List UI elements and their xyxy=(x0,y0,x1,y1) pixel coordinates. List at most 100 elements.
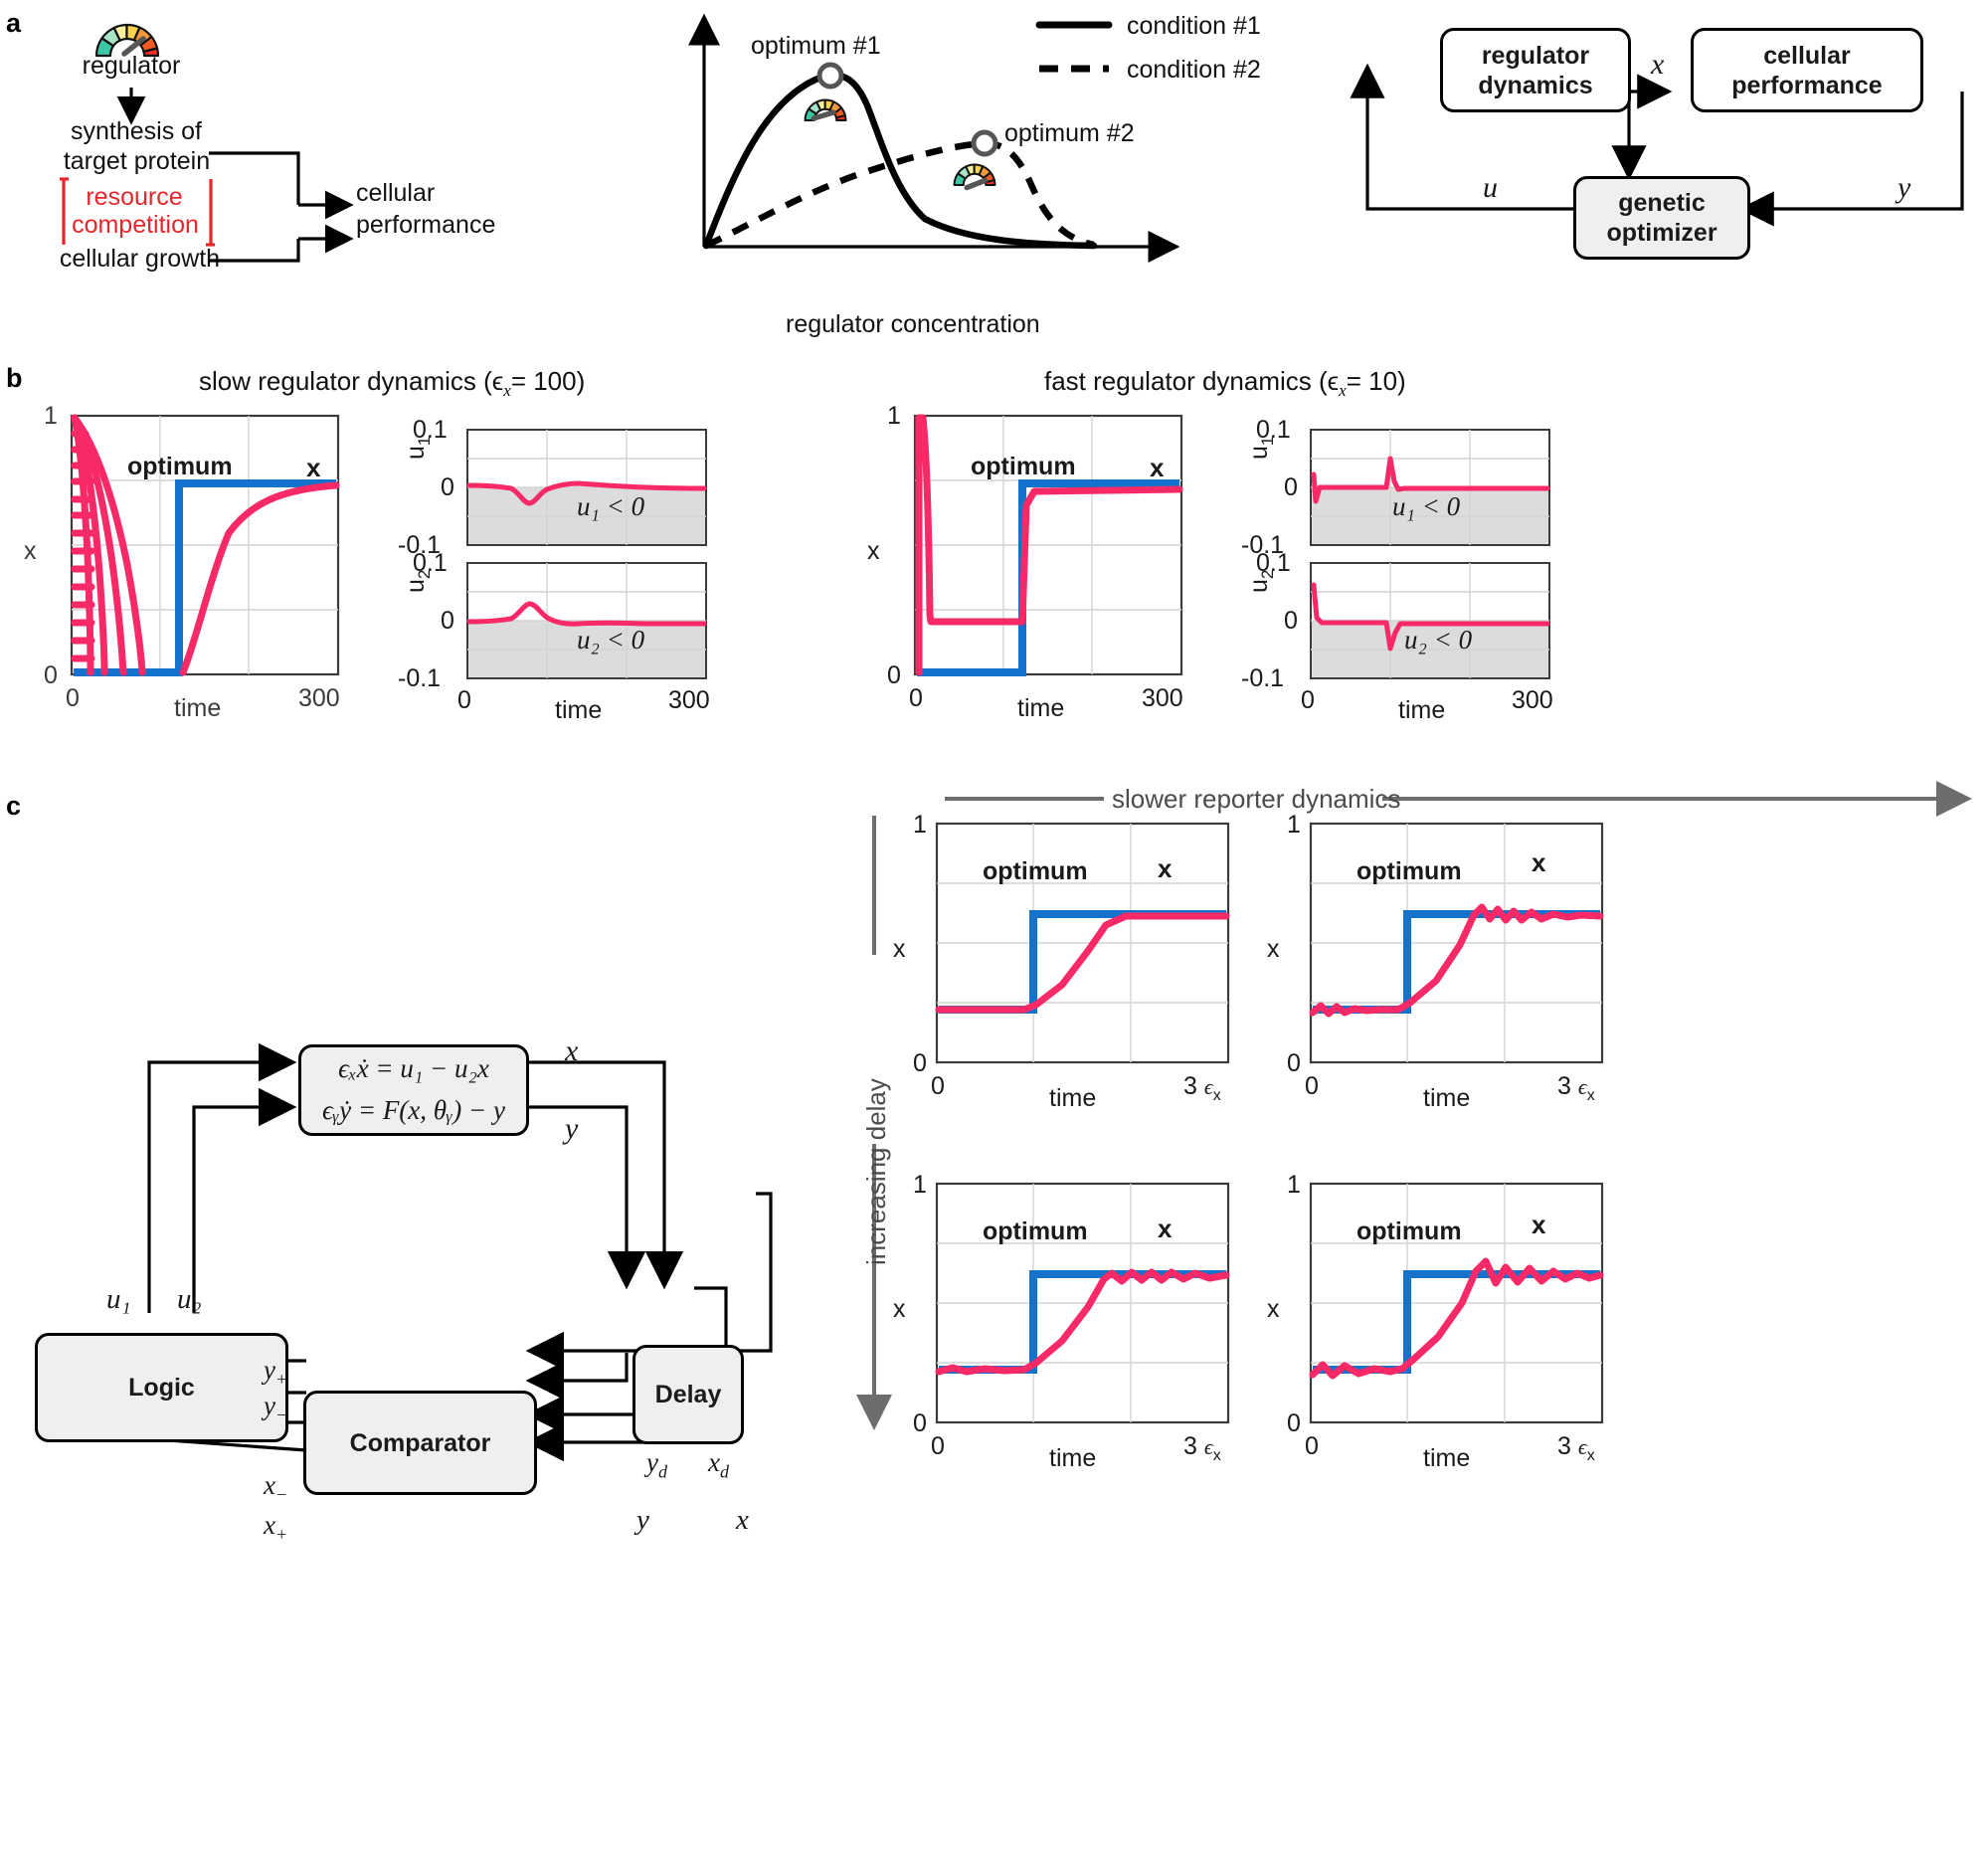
panel-c-signal-y-mid: y xyxy=(636,1504,649,1536)
panel-c-plot-2-1-xtick-min: 0 xyxy=(931,1432,945,1460)
panel-b-fast-u1-ylabel: u1 xyxy=(1245,437,1278,460)
panel-b-fast-x-ytick-bottom: 0 xyxy=(887,661,901,689)
chart-label-optimum1: optimum #1 xyxy=(751,32,881,60)
panel-b-fast-u2-ytick-bottom: -0.1 xyxy=(1241,664,1285,692)
panel-b-fast-x-xtick-min: 0 xyxy=(909,684,923,712)
panel-c-plot-1-2-xtick-max-sub: x xyxy=(1586,1087,1595,1104)
panel-b-fast-u-xtick-max: 300 xyxy=(1512,686,1553,714)
panel-c-plot-2-2-xtick-max-sub: x xyxy=(1586,1447,1595,1464)
panel-b-slow-u1-ylabel-sub: 1 xyxy=(415,436,434,447)
panel-c-plot-1-1-xtick-min: 0 xyxy=(931,1072,945,1100)
block-logic[interactable]: Logic xyxy=(35,1333,288,1442)
panel-c-signal-x-minus: x− xyxy=(264,1470,288,1505)
panel-b-fast-x-xtick-max: 300 xyxy=(1142,684,1183,712)
panel-b-slow-u1-ylabel-u: u xyxy=(402,446,430,460)
panel-c-plot-2-1-ylabel: x xyxy=(893,1295,906,1323)
panel-b-title-fast-text: fast regulator dynamics (ϵ xyxy=(1044,366,1340,396)
panel-b-slow-u2-ytick-bottom: -0.1 xyxy=(398,664,442,692)
panel-c-plot-1-2-xtick-max-num: 3 xyxy=(1557,1072,1571,1100)
panel-c-plot-1-2-ylabel: x xyxy=(1267,935,1280,963)
panel-b-fast-u2-ytick-mid: 0 xyxy=(1284,607,1298,635)
block-comparator[interactable]: Comparator xyxy=(303,1391,537,1495)
panel-b-fast-u-xlabel: time xyxy=(1398,696,1446,724)
panel-letter-c: c xyxy=(6,791,22,821)
panel-b-title-slow: slow regulator dynamics (ϵx= 100) xyxy=(199,366,585,401)
panel-b-fast-optimum-label: optimum xyxy=(971,453,1076,480)
panel-b-title-fast-end: = 10) xyxy=(1346,366,1406,396)
panel-b-slow-x-xtick-min: 0 xyxy=(66,684,80,712)
panel-b-slow-x-trace-label: x xyxy=(306,453,321,482)
equation-x-dot: ϵₓẋ = u₁ − u₂x xyxy=(338,1053,489,1084)
label-cellular-performance-line2: performance xyxy=(356,211,496,239)
panel-c-signal-y-top: y xyxy=(565,1112,579,1145)
panel-b-slow-u1-plot xyxy=(466,429,707,546)
panel-c-left-arrow-label: increasing delay xyxy=(861,1078,891,1265)
panel-c-plot-2-1-xtick-max-sub: x xyxy=(1212,1447,1221,1464)
panel-b-fast-u1-region-label: u₁ < 0 xyxy=(1392,491,1461,521)
panel-c-plot-2-1-xtick-max-num: 3 xyxy=(1183,1432,1197,1460)
arrows-to-cellular-performance xyxy=(209,151,354,263)
label-synthesis-line2: target protein xyxy=(63,147,211,175)
block-regulator-dynamics-line2: dynamics xyxy=(1478,71,1593,99)
label-cellular-growth: cellular growth xyxy=(59,245,221,273)
block-regulator-dynamics-line1: regulator xyxy=(1481,41,1590,70)
signal-label-x: x xyxy=(1651,48,1665,81)
block-comparator-label: Comparator xyxy=(349,1428,491,1457)
panel-b-slow-x-ylabel: x xyxy=(24,537,37,565)
panel-c-plot-2-1-xtick-max-unit: ϵ xyxy=(1203,1434,1213,1459)
panel-b-slow-x-ytick-bottom: 0 xyxy=(44,661,58,689)
panel-c-signal-xd: xd xyxy=(708,1447,729,1482)
block-delay[interactable]: Delay xyxy=(633,1345,744,1444)
panel-b-fast-x-xlabel: time xyxy=(1017,694,1065,722)
block-genetic-optimizer-line1: genetic xyxy=(1618,189,1706,217)
panel-b-slow-x-xlabel: time xyxy=(174,694,222,722)
panel-c-signal-x-top: x xyxy=(565,1034,579,1067)
panel-b-fast-u1-plot xyxy=(1310,429,1550,546)
block-equations[interactable]: ϵₓẋ = u₁ − u₂x ϵᵧẏ = F(x, θᵧ) − y xyxy=(298,1044,529,1136)
panel-c-plot-2-2-xlabel: time xyxy=(1423,1444,1471,1472)
panel-c-plot-2-2-xtick-min: 0 xyxy=(1305,1432,1319,1460)
panel-c-plot-2-2-ylabel: x xyxy=(1267,1295,1280,1323)
panel-c-signal-y-plus: y+ xyxy=(264,1355,288,1390)
panel-c-plot-1-1-optimum: optimum xyxy=(983,857,1088,885)
legend-label-condition2: condition #2 xyxy=(1127,56,1261,84)
panel-b-slow-optimum-label: optimum xyxy=(127,453,233,480)
panel-c-plot-1-2-xtick-min: 0 xyxy=(1305,1072,1319,1100)
panel-b-slow-u2-ylabel: u2 xyxy=(402,570,435,593)
panel-b-fast-u2-ylabel-u: u xyxy=(1245,579,1273,593)
panel-b-title-slow-end: = 100) xyxy=(510,366,586,396)
panel-b-slow-u1-region-label: u₁ < 0 xyxy=(577,491,645,521)
panel-c-plot-2-1-optimum: optimum xyxy=(983,1217,1088,1245)
panel-b-fast-u2-ylabel-sub: 2 xyxy=(1258,569,1277,580)
panel-c-top-arrow-label: slower reporter dynamics xyxy=(1112,784,1401,814)
legend-line-condition1 xyxy=(1035,21,1113,29)
panel-c-plot-1-1-xtick-max-num: 3 xyxy=(1183,1072,1197,1100)
panel-letter-a: a xyxy=(6,8,22,38)
panel-c-plot-1-2-x-trace: x xyxy=(1532,847,1546,877)
panel-c-plot-2-1-ytick-top: 1 xyxy=(913,1171,927,1199)
signal-label-y: y xyxy=(1898,171,1911,204)
block-regulator-dynamics[interactable]: regulator dynamics xyxy=(1440,28,1631,112)
panel-c-plot-1-2-xlabel: time xyxy=(1423,1084,1471,1112)
chart-xlabel-regulator-concentration: regulator concentration xyxy=(786,310,1040,338)
resource-competition-bracket xyxy=(60,177,215,247)
panel-b-fast-x-ytick-top: 1 xyxy=(887,402,901,430)
panel-b-title-fast-sub: x xyxy=(1339,381,1347,401)
block-genetic-optimizer[interactable]: genetic optimizer xyxy=(1573,176,1750,260)
block-cellular-performance[interactable]: cellular performance xyxy=(1691,28,1923,112)
chart-label-optimum2: optimum #2 xyxy=(1004,119,1135,147)
legend-line-condition2 xyxy=(1039,65,1109,73)
panel-c-plot-1-2-xtick-max-unit: ϵ xyxy=(1577,1074,1587,1099)
panel-c-signal-yd: yd xyxy=(646,1447,667,1482)
panel-b-slow-u-xtick-min: 0 xyxy=(457,686,471,714)
panel-c-signal-x-mid: x xyxy=(736,1504,749,1536)
panel-c-plot-2-2-ytick-bottom: 0 xyxy=(1287,1409,1301,1437)
panel-c-signal-u2: u₂ xyxy=(177,1283,202,1315)
panel-b-slow-u2-ylabel-sub: 2 xyxy=(415,569,434,580)
label-cellular-performance-line1: cellular xyxy=(356,179,436,207)
panel-c-plot-1-1-ylabel: x xyxy=(893,935,906,963)
panel-c-plot-1-2-ytick-top: 1 xyxy=(1287,811,1301,839)
panel-c-signal-y-minus: y− xyxy=(264,1391,288,1425)
panel-b-slow-x-xtick-max: 300 xyxy=(298,684,340,712)
label-synthesis-line1: synthesis of xyxy=(70,117,202,145)
